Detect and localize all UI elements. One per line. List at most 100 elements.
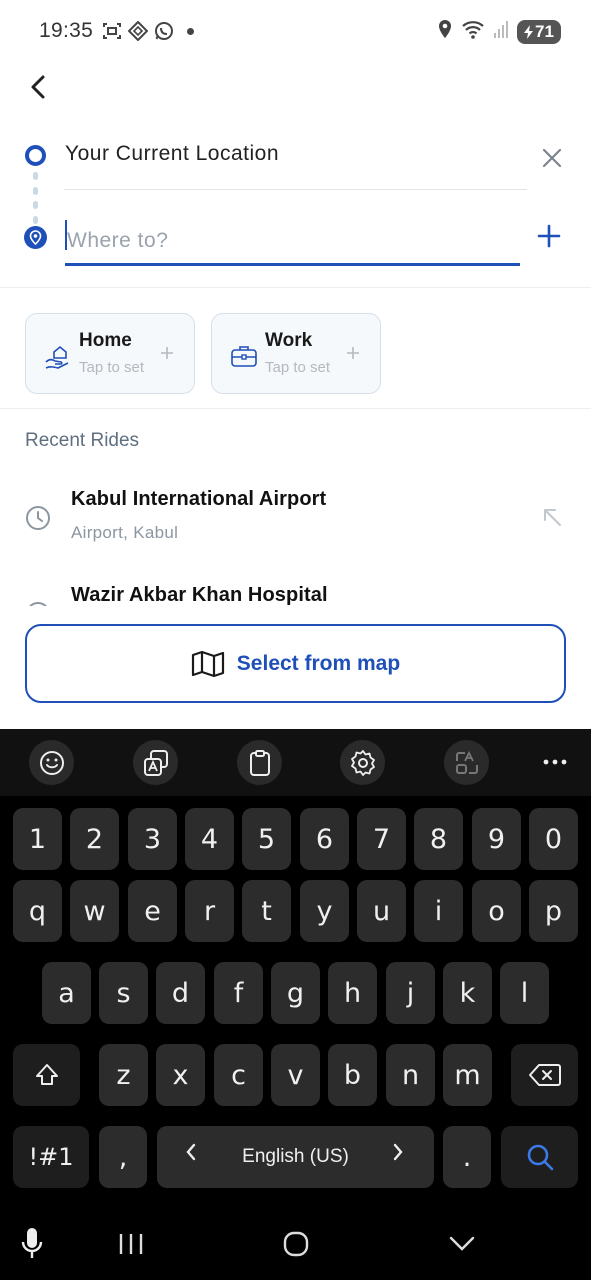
clear-origin-button[interactable] [539, 145, 565, 171]
key-w[interactable]: w [70, 880, 119, 942]
key-p[interactable]: p [529, 880, 578, 942]
key-v[interactable]: v [271, 1044, 320, 1106]
space-key[interactable]: English (US) [157, 1126, 434, 1188]
search-key[interactable] [501, 1126, 578, 1188]
back-button[interactable] [22, 70, 54, 104]
text-edit-icon[interactable] [444, 740, 489, 785]
status-left-icons [102, 20, 174, 42]
keyboard-toolbar [0, 729, 591, 796]
key-g[interactable]: g [271, 962, 320, 1024]
chevron-left-icon [185, 1142, 197, 1168]
saved-place-title: Work [265, 330, 313, 351]
settings-icon[interactable] [340, 740, 385, 785]
select-from-map-label: Select from map [236, 651, 401, 675]
search-icon [527, 1144, 553, 1171]
key-3[interactable]: 3 [128, 808, 177, 870]
divider [0, 287, 591, 288]
screenshot-icon [102, 20, 122, 42]
origin-marker-icon [25, 145, 46, 166]
emoji-icon[interactable] [29, 740, 74, 785]
home-hand-icon [44, 342, 72, 370]
hide-keyboard-icon[interactable] [449, 1233, 475, 1258]
key-5[interactable]: 5 [242, 808, 291, 870]
key-h[interactable]: h [328, 962, 377, 1024]
origin-field[interactable]: Your Current Location [65, 142, 279, 166]
key-k[interactable]: k [443, 962, 492, 1024]
key-7[interactable]: 7 [357, 808, 406, 870]
notification-dot [187, 28, 194, 35]
key-q[interactable]: q [13, 880, 62, 942]
arrow-up-left-icon[interactable] [540, 505, 564, 529]
chevron-left-icon [31, 75, 45, 99]
saved-place-title: Home [79, 330, 132, 351]
key-n[interactable]: n [386, 1044, 435, 1106]
key-6[interactable]: 6 [300, 808, 349, 870]
key-t[interactable]: t [242, 880, 291, 942]
key-8[interactable]: 8 [414, 808, 463, 870]
recent-apps-icon[interactable] [118, 1232, 144, 1261]
more-icon[interactable] [542, 755, 568, 769]
shift-icon [35, 1064, 58, 1085]
plus-icon [346, 346, 360, 360]
key-a[interactable]: a [42, 962, 91, 1024]
backspace-key[interactable] [511, 1044, 578, 1106]
backspace-icon [528, 1064, 561, 1086]
add-stop-button[interactable] [535, 222, 563, 250]
status-bar: 19:35 71 [0, 0, 591, 62]
signal-icon [493, 19, 509, 44]
key-4[interactable]: 4 [185, 808, 234, 870]
location-icon [437, 19, 453, 44]
app-icon [128, 20, 148, 42]
recent-ride-subtitle: Airport, Kabul [71, 523, 179, 542]
microphone-icon[interactable] [21, 1226, 43, 1265]
symbols-key[interactable]: !#1 [13, 1126, 89, 1188]
destination-pin-icon [24, 226, 47, 249]
saved-place-home[interactable]: Home Tap to set [25, 313, 195, 394]
divider [0, 408, 591, 409]
recent-rides-heading: Recent Rides [25, 430, 140, 451]
key-z[interactable]: z [99, 1044, 148, 1106]
key-2[interactable]: 2 [70, 808, 119, 870]
whatsapp-icon [154, 20, 174, 42]
keyboard: 1 2 3 4 5 6 7 8 9 0 q w e r t y u i o p … [0, 729, 591, 1280]
key-c[interactable]: c [214, 1044, 263, 1106]
key-r[interactable]: r [185, 880, 234, 942]
key-m[interactable]: m [443, 1044, 492, 1106]
key-0[interactable]: 0 [529, 808, 578, 870]
wifi-icon [461, 19, 485, 44]
saved-place-work[interactable]: Work Tap to set [211, 313, 381, 394]
home-icon[interactable] [283, 1231, 309, 1262]
comma-key[interactable]: , [99, 1126, 147, 1188]
clock-icon [25, 505, 51, 531]
select-from-map-button[interactable]: Select from map [25, 624, 566, 703]
recent-ride-title: Kabul International Airport [71, 488, 327, 510]
key-1[interactable]: 1 [13, 808, 62, 870]
clipboard-icon[interactable] [237, 740, 282, 785]
key-x[interactable]: x [156, 1044, 205, 1106]
plus-icon [537, 224, 561, 248]
translate-icon[interactable] [133, 740, 178, 785]
shift-key[interactable] [13, 1044, 80, 1106]
recent-ride-item[interactable]: Kabul International Airport Airport, Kab… [0, 478, 591, 568]
key-e[interactable]: e [128, 880, 177, 942]
key-b[interactable]: b [328, 1044, 377, 1106]
key-9[interactable]: 9 [472, 808, 521, 870]
close-icon [542, 148, 562, 168]
origin-underline [64, 189, 527, 190]
period-key[interactable]: . [443, 1126, 491, 1188]
text-caret [65, 220, 67, 250]
saved-place-subtitle: Tap to set [79, 359, 145, 376]
key-j[interactable]: j [386, 962, 435, 1024]
key-i[interactable]: i [414, 880, 463, 942]
battery-level: 71 [535, 21, 554, 41]
key-d[interactable]: d [156, 962, 205, 1024]
key-f[interactable]: f [214, 962, 263, 1024]
key-l[interactable]: l [500, 962, 549, 1024]
key-s[interactable]: s [99, 962, 148, 1024]
key-y[interactable]: y [300, 880, 349, 942]
key-u[interactable]: u [357, 880, 406, 942]
key-o[interactable]: o [472, 880, 521, 942]
language-label: English (US) [242, 1146, 349, 1167]
system-nav-bar [0, 1212, 591, 1280]
destination-input[interactable] [65, 218, 520, 266]
